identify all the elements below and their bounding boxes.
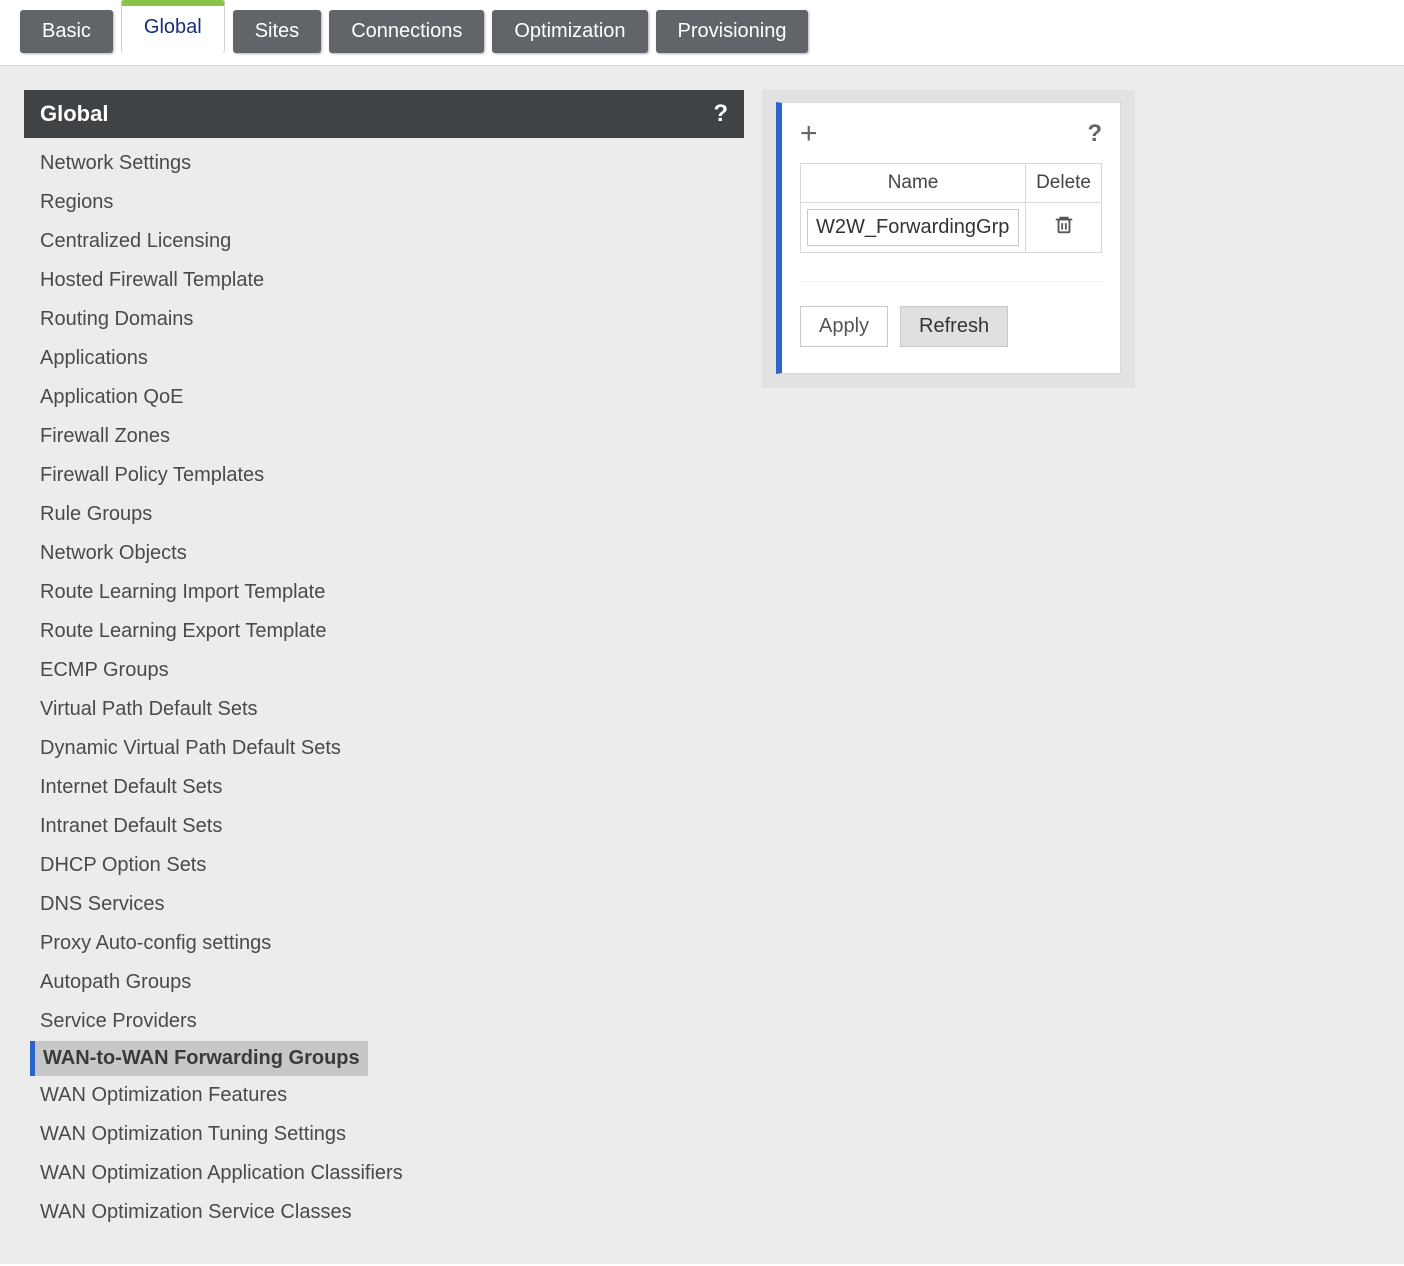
- forwarding-group-table: Name Delete: [800, 163, 1102, 253]
- main-content: Global ? Network SettingsRegionsCentrali…: [0, 65, 1404, 1264]
- menu-item-autopath-groups[interactable]: Autopath Groups: [30, 963, 744, 1002]
- menu-item-application-qoe[interactable]: Application QoE: [30, 378, 744, 417]
- menu-item-service-providers[interactable]: Service Providers: [30, 1002, 744, 1041]
- menu-item-firewall-zones[interactable]: Firewall Zones: [30, 417, 744, 456]
- detail-panel: + ? Name Delete Apply Refresh: [776, 102, 1121, 374]
- apply-button[interactable]: Apply: [800, 306, 888, 347]
- menu-item-network-settings[interactable]: Network Settings: [30, 144, 744, 183]
- tab-optimization[interactable]: Optimization: [492, 10, 647, 53]
- menu-item-proxy-auto-config-settings[interactable]: Proxy Auto-config settings: [30, 924, 744, 963]
- global-menu-panel: Global ? Network SettingsRegionsCentrali…: [24, 90, 744, 1240]
- help-icon[interactable]: ?: [713, 100, 728, 128]
- refresh-button[interactable]: Refresh: [900, 306, 1008, 347]
- tab-global[interactable]: Global: [121, 0, 225, 53]
- menu-item-wan-to-wan-forwarding-groups[interactable]: WAN-to-WAN Forwarding Groups: [30, 1041, 368, 1076]
- trash-icon[interactable]: [1053, 214, 1075, 236]
- add-icon[interactable]: +: [800, 119, 818, 149]
- detail-toolbar: + ?: [800, 119, 1102, 149]
- menu-item-applications[interactable]: Applications: [30, 339, 744, 378]
- menu-item-hosted-firewall-template[interactable]: Hosted Firewall Template: [30, 261, 744, 300]
- menu-item-dynamic-virtual-path-default-sets[interactable]: Dynamic Virtual Path Default Sets: [30, 729, 744, 768]
- detail-panel-wrapper: + ? Name Delete Apply Refresh: [762, 90, 1135, 388]
- menu-item-dns-services[interactable]: DNS Services: [30, 885, 744, 924]
- menu-item-rule-groups[interactable]: Rule Groups: [30, 495, 744, 534]
- table-row: [801, 203, 1102, 253]
- tab-basic[interactable]: Basic: [20, 10, 113, 53]
- menu-item-route-learning-import-template[interactable]: Route Learning Import Template: [30, 573, 744, 612]
- help-icon[interactable]: ?: [1087, 120, 1102, 148]
- panel-title: Global: [40, 101, 108, 127]
- tab-sites[interactable]: Sites: [233, 10, 321, 53]
- menu-item-wan-optimization-features[interactable]: WAN Optimization Features: [30, 1076, 744, 1115]
- panel-header: Global ?: [24, 90, 744, 138]
- menu-item-wan-optimization-tuning-settings[interactable]: WAN Optimization Tuning Settings: [30, 1115, 744, 1154]
- column-name-header: Name: [801, 164, 1026, 203]
- menu-item-route-learning-export-template[interactable]: Route Learning Export Template: [30, 612, 744, 651]
- column-delete-header: Delete: [1026, 164, 1102, 203]
- menu-item-dhcp-option-sets[interactable]: DHCP Option Sets: [30, 846, 744, 885]
- menu-item-firewall-policy-templates[interactable]: Firewall Policy Templates: [30, 456, 744, 495]
- menu-item-regions[interactable]: Regions: [30, 183, 744, 222]
- menu-item-internet-default-sets[interactable]: Internet Default Sets: [30, 768, 744, 807]
- menu-list: Network SettingsRegionsCentralized Licen…: [24, 138, 744, 1240]
- menu-item-wan-optimization-service-classes[interactable]: WAN Optimization Service Classes: [30, 1193, 744, 1232]
- action-buttons: Apply Refresh: [800, 281, 1102, 347]
- menu-item-centralized-licensing[interactable]: Centralized Licensing: [30, 222, 744, 261]
- menu-item-virtual-path-default-sets[interactable]: Virtual Path Default Sets: [30, 690, 744, 729]
- menu-item-ecmp-groups[interactable]: ECMP Groups: [30, 651, 744, 690]
- tab-connections[interactable]: Connections: [329, 10, 484, 53]
- tab-provisioning[interactable]: Provisioning: [656, 10, 809, 53]
- menu-item-intranet-default-sets[interactable]: Intranet Default Sets: [30, 807, 744, 846]
- group-name-input[interactable]: [807, 209, 1019, 246]
- menu-item-wan-optimization-application-classifiers[interactable]: WAN Optimization Application Classifiers: [30, 1154, 744, 1193]
- top-tabs: BasicGlobalSitesConnectionsOptimizationP…: [0, 0, 1404, 53]
- menu-item-routing-domains[interactable]: Routing Domains: [30, 300, 744, 339]
- menu-item-network-objects[interactable]: Network Objects: [30, 534, 744, 573]
